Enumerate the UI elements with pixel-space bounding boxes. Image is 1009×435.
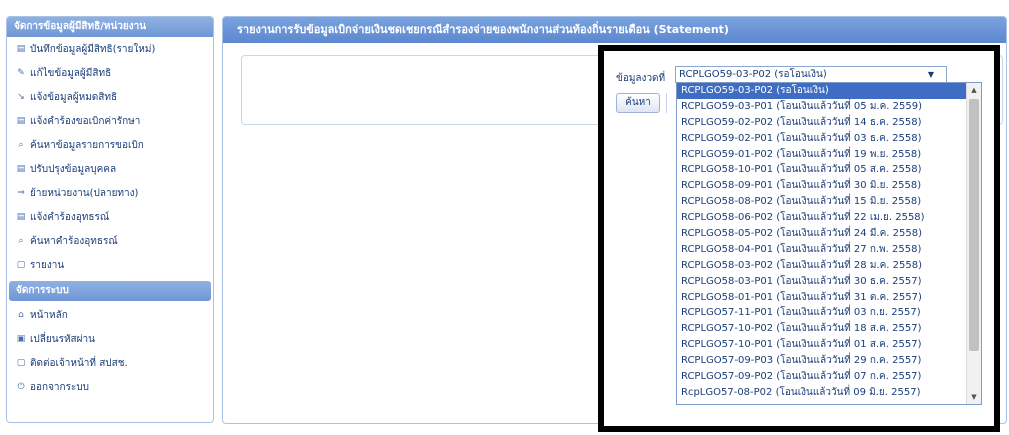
sidebar-item[interactable]: ⌂ หน้าหลัก: [7, 303, 213, 327]
home-icon: ⌂: [18, 310, 24, 320]
sidebar-item-label: ค้นหาคำร้องอุทธรณ์: [30, 235, 118, 247]
search-icon: ⌕: [18, 140, 24, 150]
sidebar-item-label: ค้นหาข้อมูลรายการขอเบิก: [30, 139, 144, 151]
form-icon: ▤: [16, 212, 26, 222]
sidebar-item[interactable]: ⏻ ออกจากระบบ: [7, 375, 213, 399]
dropdown-option[interactable]: RCPLGO59-03-P02 (รอโอนเงิน): [677, 83, 967, 99]
form-icon: ▤: [16, 116, 26, 126]
sidebar-item[interactable]: ↘ แจ้งข้อมูลผู้หมดสิทธิ: [7, 85, 213, 109]
form-icon: ▤: [16, 164, 26, 174]
lock-icon: ▣: [16, 334, 26, 344]
sidebar-item[interactable]: ▢ รายงาน: [7, 253, 213, 277]
move-icon: ⇒: [17, 188, 25, 198]
sidebar-section-title-system: จัดการระบบ: [9, 281, 211, 301]
scrollbar-thumb[interactable]: [969, 99, 979, 351]
scroll-down-icon[interactable]: ▼: [967, 390, 981, 404]
dropdown-option[interactable]: RCPLGO58-06-P02 (โอนเงินแล้ววันที่ 22 เม…: [677, 210, 967, 226]
sidebar-item[interactable]: ▢ ติดต่อเจ้าหน้าที่ สปสช.: [7, 351, 213, 375]
dropdown-scrollbar[interactable]: ▲ ▼: [966, 83, 981, 404]
dropdown-option[interactable]: RCPLGO58-09-P01 (โอนเงินแล้ววันที่ 30 มิ…: [677, 178, 967, 194]
dropdown-option[interactable]: RCPLGO59-02-P02 (โอนเงินแล้ววันที่ 14 ธ.…: [677, 115, 967, 131]
sidebar-item[interactable]: ✎ แก้ไขข้อมูลผู้มีสิทธิ: [7, 61, 213, 85]
search-button[interactable]: ค้นหา: [616, 93, 660, 113]
sidebar-item-label: แจ้งคำร้องอุทธรณ์: [30, 211, 110, 223]
highlight-frame: ข้อมูลงวดที่ RCPLGO59-03-P02 (รอโอนเงิน)…: [598, 45, 1000, 432]
sidebar-item-label: บันทึกข้อมูลผู้มีสิทธิ(รายใหม่): [30, 43, 156, 55]
period-select-value: RCPLGO59-03-P02 (รอโอนเงิน): [679, 69, 827, 80]
dropdown-option[interactable]: RCPLGO58-01-P01 (โอนเงินแล้ววันที่ 31 ต.…: [677, 290, 967, 306]
sidebar-item-label: ปรับปรุงข้อมูลบุคคล: [30, 163, 117, 175]
sidebar-item[interactable]: ▣ เปลี่ยนรหัสผ่าน: [7, 327, 213, 351]
period-option-list: RCPLGO59-03-P02 (รอโอนเงิน) RCPLGO59-03-P…: [677, 83, 967, 401]
sidebar: จัดการข้อมูลผู้มีสิทธิ/หน่วยงาน ▤ บันทึกข…: [6, 16, 214, 423]
dropdown-option[interactable]: RCPLGO57-10-P02 (โอนเงินแล้ววันที่ 18 ส.…: [677, 321, 967, 337]
period-label: ข้อมูลงวดที่: [616, 73, 666, 84]
dropdown-option[interactable]: RCPLGO59-03-P01 (โอนเงินแล้ววันที่ 05 ม.…: [677, 99, 967, 115]
sidebar-item-label: หน้าหลัก: [30, 309, 68, 321]
button-divider: [666, 93, 672, 113]
period-dropdown[interactable]: RCPLGO59-03-P02 (รอโอนเงิน) RCPLGO59-03-P…: [676, 82, 982, 405]
sidebar-item[interactable]: ▤ แจ้งคำร้องขอเบิกค่ารักษา: [7, 109, 213, 133]
sidebar-item-label: เปลี่ยนรหัสผ่าน: [30, 333, 95, 345]
period-select[interactable]: RCPLGO59-03-P02 (รอโอนเงิน) ▼: [675, 66, 947, 83]
dropdown-option[interactable]: RCPLGO58-03-P02 (โอนเงินแล้ววันที่ 28 ม.…: [677, 258, 967, 274]
chevron-down-icon[interactable]: ▼: [928, 67, 934, 82]
notify-icon: ↘: [17, 92, 25, 102]
sidebar-item-label: แจ้งข้อมูลผู้หมดสิทธิ: [30, 91, 118, 103]
dropdown-option[interactable]: RcpLGO57-08-P02 (โอนเงินแล้ววันที่ 09 มิ…: [677, 385, 967, 401]
dropdown-option[interactable]: RCPLGO57-09-P03 (โอนเงินแล้ววันที่ 29 ก.…: [677, 353, 967, 369]
save-icon: ▤: [16, 44, 26, 54]
edit-icon: ✎: [17, 68, 25, 78]
sidebar-item-label: แก้ไขข้อมูลผู้มีสิทธิ: [30, 67, 112, 79]
dropdown-option[interactable]: RCPLGO58-10-P01 (โอนเงินแล้ววันที่ 05 ส.…: [677, 162, 967, 178]
sidebar-item-label: ย้ายหน่วยงาน(ปลายทาง): [30, 187, 139, 199]
sidebar-item[interactable]: ⌕ ค้นหาคำร้องอุทธรณ์: [7, 229, 213, 253]
sidebar-item-label: แจ้งคำร้องขอเบิกค่ารักษา: [30, 115, 141, 127]
sidebar-item-label: ออกจากระบบ: [30, 381, 90, 393]
sidebar-item-label: ติดต่อเจ้าหน้าที่ สปสช.: [30, 357, 128, 369]
page-title: รายงานการรับข้อมูลเบิกจ่ายเงินชดเชยกรณีส…: [223, 17, 1006, 43]
dropdown-option[interactable]: RCPLGO58-04-P01 (โอนเงินแล้ววันที่ 27 ก.…: [677, 242, 967, 258]
dropdown-option[interactable]: RCPLGO59-01-P02 (โอนเงินแล้ววันที่ 19 พ.…: [677, 147, 967, 163]
search-icon: ⌕: [18, 236, 24, 246]
sidebar-item[interactable]: ⌕ ค้นหาข้อมูลรายการขอเบิก: [7, 133, 213, 157]
sidebar-item[interactable]: ⇒ ย้ายหน่วยงาน(ปลายทาง): [7, 181, 213, 205]
dropdown-option[interactable]: RCPLGO58-03-P01 (โอนเงินแล้ววันที่ 30 ธ.…: [677, 274, 967, 290]
logout-icon: ⏻: [17, 382, 25, 392]
dropdown-option[interactable]: RCPLGO57-10-P01 (โอนเงินแล้ววันที่ 01 ส.…: [677, 337, 967, 353]
scroll-up-icon[interactable]: ▲: [967, 83, 981, 97]
sidebar-item[interactable]: ▤ ปรับปรุงข้อมูลบุคคล: [7, 157, 213, 181]
sidebar-item[interactable]: ▤ แจ้งคำร้องอุทธรณ์: [7, 205, 213, 229]
sidebar-item[interactable]: ▤ บันทึกข้อมูลผู้มีสิทธิ(รายใหม่): [7, 37, 213, 61]
sidebar-section-title: จัดการข้อมูลผู้มีสิทธิ/หน่วยงาน: [7, 17, 213, 37]
sidebar-item-label: รายงาน: [30, 259, 65, 271]
dropdown-option[interactable]: RCPLGO57-11-P01 (โอนเงินแล้ววันที่ 03 ก.…: [677, 305, 967, 321]
report-icon: ▢: [16, 260, 26, 270]
dropdown-option[interactable]: RCPLGO57-09-P02 (โอนเงินแล้ววันที่ 07 ก.…: [677, 369, 967, 385]
dropdown-option[interactable]: RCPLGO58-08-P02 (โอนเงินแล้ววันที่ 15 มิ…: [677, 194, 967, 210]
contact-icon: ▢: [16, 358, 26, 368]
dropdown-option[interactable]: RCPLGO58-05-P02 (โอนเงินแล้ววันที่ 24 มี…: [677, 226, 967, 242]
dropdown-option[interactable]: RCPLGO59-02-P01 (โอนเงินแล้ววันที่ 03 ธ.…: [677, 131, 967, 147]
